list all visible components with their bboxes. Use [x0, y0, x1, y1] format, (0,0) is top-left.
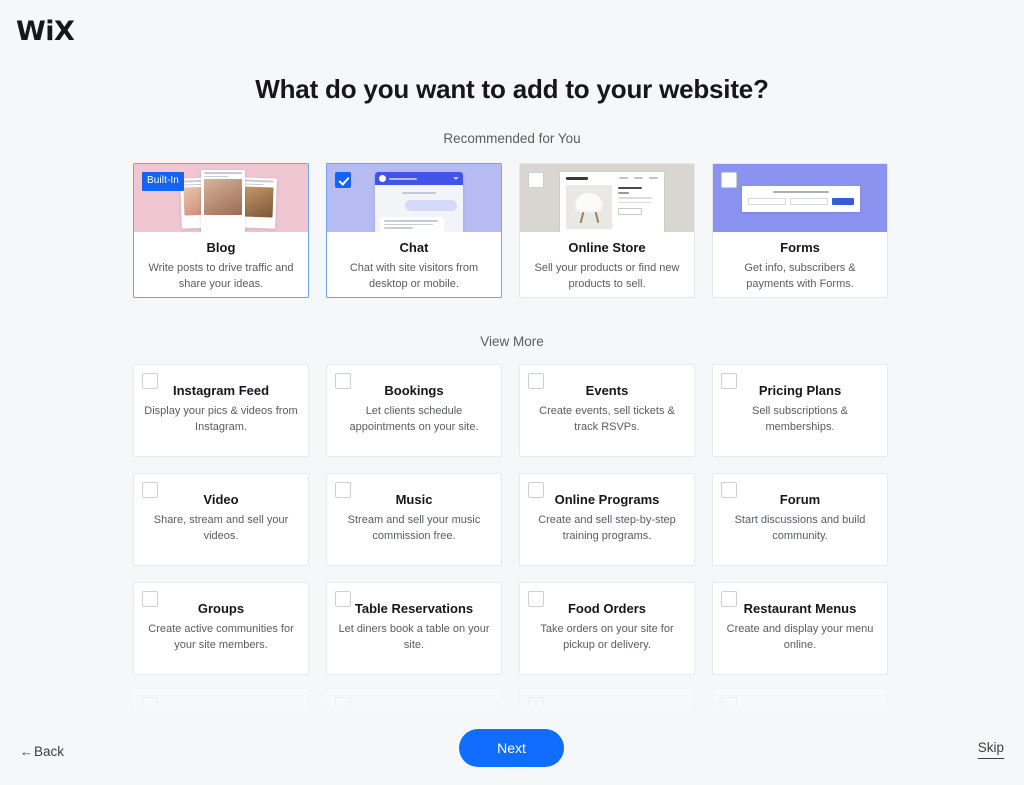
view-more-card[interactable]: Events Create events, sell tickets & trac…	[519, 364, 695, 457]
card-description: Start discussions and build community.	[734, 513, 866, 542]
card-description: Create and display your menu online.	[726, 622, 874, 651]
card-checkbox[interactable]	[721, 172, 737, 188]
card-title: Table Reservations	[354, 601, 474, 616]
card-title: Instagram Feed	[172, 383, 270, 398]
section-label-view-more: View More	[480, 334, 544, 349]
card-checkbox[interactable]	[142, 591, 158, 607]
view-more-card[interactable]: Food Orders Take orders on your site for …	[519, 582, 695, 675]
built-in-badge: Built-In	[142, 172, 184, 191]
card-description: Share, stream and sell your videos.	[153, 513, 289, 542]
view-more-card[interactable]: Video Share, stream and sell your videos.	[133, 473, 309, 566]
back-button[interactable]: ← Back	[20, 744, 64, 759]
view-more-card[interactable]: Instagram Feed Display your pics & videos…	[133, 364, 309, 457]
card-description: Create and sell step-by-step training pr…	[538, 513, 676, 542]
recommended-cards-grid: Built-In Blog Write posts to drive traffic…	[133, 163, 891, 298]
view-more-cards-grid: Instagram Feed Display your pics & videos…	[133, 364, 891, 675]
card-description: Let diners book a table on your site.	[338, 622, 490, 651]
skip-link[interactable]: Skip	[977, 740, 1004, 759]
card-title: Events	[585, 383, 629, 398]
card-checkbox[interactable]	[335, 591, 351, 607]
card-checkbox[interactable]	[528, 482, 544, 498]
card-checkbox[interactable]	[335, 373, 351, 389]
card-body: Blog Write posts to drive traffic and sha…	[134, 232, 308, 292]
card-checkbox[interactable]	[721, 591, 737, 607]
card-title: Pricing Plans	[758, 383, 842, 398]
card-checkbox[interactable]	[528, 373, 544, 389]
recommended-card[interactable]: Chat Chat with site visitors from desktop…	[326, 163, 502, 298]
card-checkbox[interactable]	[721, 373, 737, 389]
recommended-card[interactable]: Online Store Sell your products or find n…	[519, 163, 695, 298]
card-title: Forms	[780, 240, 820, 255]
view-more-card[interactable]: Restaurant Menus Create and display your …	[712, 582, 888, 675]
card-description: Sell subscriptions & memberships.	[752, 404, 848, 433]
card-checkbox[interactable]	[528, 591, 544, 607]
card-body: Online Store Sell your products or find n…	[520, 232, 694, 292]
wix-logo[interactable]: WiX	[16, 18, 75, 45]
page-title: What do you want to add to your website?	[255, 74, 769, 104]
card-description: Create active communities for your site …	[148, 622, 294, 651]
view-more-card[interactable]: Pricing Plans Sell subscriptions & member…	[712, 364, 888, 457]
card-description: Sell your products or find new products …	[534, 261, 680, 290]
card-title: Forum	[779, 492, 821, 507]
online-store-thumbnail	[520, 164, 694, 232]
section-label-recommended: Recommended for You	[443, 131, 581, 146]
card-title: Online Store	[568, 240, 646, 255]
card-body: Chat Chat with site visitors from desktop…	[327, 232, 501, 292]
card-description: Display your pics & videos from Instagra…	[144, 404, 298, 433]
recommended-card[interactable]: Built-In Blog Write posts to drive traffic…	[133, 163, 309, 298]
view-more-card[interactable]: Bookings Let clients schedule appointment…	[326, 364, 502, 457]
card-description: Let clients schedule appointments on you…	[349, 404, 479, 433]
card-description: Chat with site visitors from desktop or …	[349, 261, 479, 290]
card-checkbox[interactable]	[528, 172, 544, 188]
card-title: Food Orders	[567, 601, 646, 616]
next-button[interactable]: Next	[459, 729, 564, 767]
card-description: Create events, sell tickets & track RSVP…	[539, 404, 675, 433]
card-description: Get info, subscribers & payments with Fo…	[744, 261, 856, 290]
view-more-card[interactable]: Music Stream and sell your music commissi…	[326, 473, 502, 566]
card-title: Groups	[197, 601, 245, 616]
card-checkbox[interactable]	[721, 482, 737, 498]
card-title: Bookings	[384, 383, 444, 398]
card-checkbox[interactable]	[335, 172, 351, 188]
footer-bar: ← Back Next Skip	[0, 703, 1024, 785]
view-more-card[interactable]: Table Reservations Let diners book a tabl…	[326, 582, 502, 675]
card-checkbox[interactable]	[335, 482, 351, 498]
recommended-card[interactable]: Forms Get info, subscribers & payments wi…	[712, 163, 888, 298]
card-description: Take orders on your site for pickup or d…	[540, 622, 674, 651]
view-more-card[interactable]: Online Programs Create and sell step-by-s…	[519, 473, 695, 566]
card-title: Blog	[206, 240, 236, 255]
back-button-label: Back	[34, 744, 65, 759]
card-title: Online Programs	[554, 492, 660, 507]
card-description: Stream and sell your music commission fr…	[347, 513, 481, 542]
card-title: Music	[395, 492, 433, 507]
card-checkbox[interactable]	[142, 373, 158, 389]
view-more-card[interactable]: Forum Start discussions and build communi…	[712, 473, 888, 566]
forms-thumbnail	[713, 164, 887, 232]
chat-thumbnail	[327, 164, 501, 232]
card-title: Video	[203, 492, 239, 507]
card-title: Chat	[399, 240, 429, 255]
card-description: Write posts to drive traffic and share y…	[148, 261, 294, 290]
card-body: Forms Get info, subscribers & payments wi…	[713, 232, 887, 292]
card-checkbox[interactable]	[142, 482, 158, 498]
back-arrow-icon: ←	[20, 744, 33, 759]
card-title: Restaurant Menus	[743, 601, 857, 616]
view-more-card[interactable]: Groups Create active communities for your…	[133, 582, 309, 675]
